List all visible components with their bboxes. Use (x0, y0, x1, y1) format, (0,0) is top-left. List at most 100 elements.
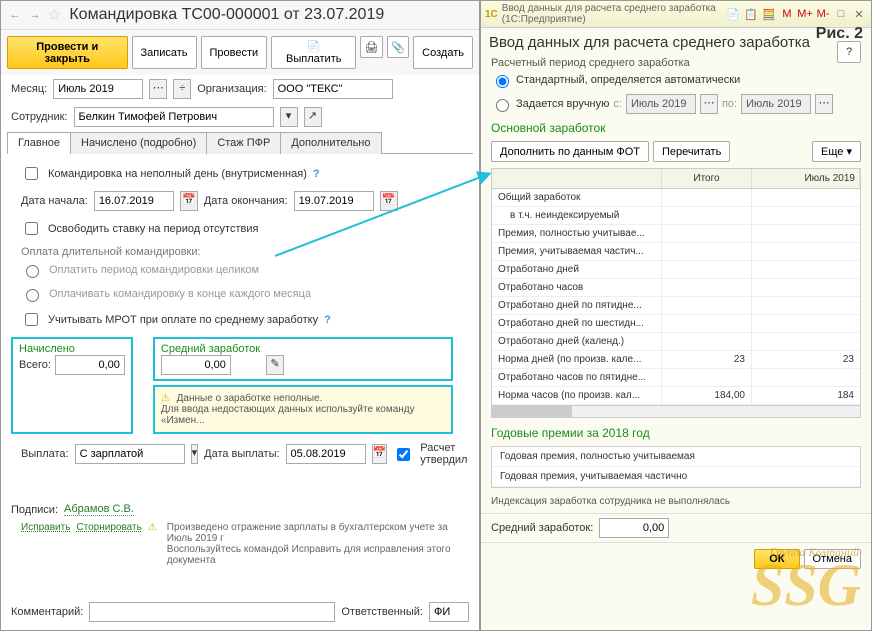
tab-extra[interactable]: Дополнительно (280, 132, 381, 154)
from-field (626, 94, 696, 114)
post-button[interactable]: Провести (201, 36, 268, 69)
cancel-button[interactable]: Отмена (804, 549, 861, 569)
document-window: ← → ☆ Командировка ТС00-000001 от 23.07.… (0, 0, 480, 631)
h-scrollbar[interactable] (492, 405, 860, 417)
annual-row[interactable]: Годовая премия, учитываемая частично (492, 467, 860, 487)
close-icon[interactable]: ✕ (851, 8, 867, 21)
date-end-field[interactable] (294, 191, 374, 211)
grid-row[interactable]: Норма дней (по произв. кале...2323 (492, 351, 860, 369)
from-picker[interactable]: ⋯ (700, 94, 718, 114)
tb-m-plus[interactable]: M+ (797, 8, 813, 21)
sign-link[interactable]: Абрамов С.В. (64, 503, 134, 516)
row-name: Отработано дней по пятидне... (492, 297, 662, 314)
auto-period-radio[interactable] (496, 75, 509, 88)
mrot-checkbox[interactable] (25, 313, 38, 326)
manual-period-radio[interactable] (496, 99, 509, 112)
date-end-label: Дата окончания: (204, 195, 288, 207)
to-picker[interactable]: ⋯ (815, 94, 833, 114)
print-icon[interactable]: 🖨 (360, 36, 382, 58)
calendar-icon[interactable]: 📅 (380, 191, 398, 211)
tb-restore[interactable]: □ (833, 8, 849, 21)
grid-row[interactable]: Отработано дней по пятидне... (492, 297, 860, 315)
partial-day-checkbox[interactable] (25, 167, 38, 180)
approved-checkbox[interactable] (397, 448, 410, 461)
save-button[interactable]: Записать (132, 36, 197, 69)
manual-period-label: Задается вручную (516, 98, 609, 110)
figure-label: Рис. 2 (816, 25, 863, 43)
tb-icon[interactable]: 🧮 (761, 8, 777, 21)
row-month (752, 261, 860, 278)
row-name: в т.ч. неиндексируемый (492, 207, 662, 224)
employee-label: Сотрудник: (11, 111, 68, 123)
avg-bottom-field[interactable] (599, 518, 669, 538)
tb-icon[interactable]: 📋 (743, 8, 759, 21)
paydate-field[interactable] (286, 444, 366, 464)
tab-pfr[interactable]: Стаж ПФР (206, 132, 281, 154)
warning-icon: ⚠ (161, 393, 170, 404)
month-spin[interactable]: ÷ (173, 79, 191, 99)
fix-link[interactable]: Исправить (21, 522, 70, 566)
more-button[interactable]: Еще ▾ (812, 141, 861, 162)
calendar-icon[interactable]: 📅 (372, 444, 388, 464)
free-rate-checkbox[interactable] (25, 222, 38, 235)
tab-main[interactable]: Главное (7, 132, 71, 154)
dialog-title: Ввод данных для расчета среднего заработ… (481, 28, 871, 57)
employee-open[interactable]: ↗ (304, 107, 322, 127)
grid-row[interactable]: Премия, учитываемая частич... (492, 243, 860, 261)
create-button[interactable]: Создать (413, 36, 473, 69)
tab-accrued[interactable]: Начислено (подробно) (70, 132, 207, 154)
calendar-icon[interactable]: 📅 (180, 191, 198, 211)
edit-avg-icon[interactable]: ✎ (266, 355, 284, 375)
grid-row[interactable]: в т.ч. неиндексируемый (492, 207, 860, 225)
grid-row[interactable]: Отработано часов по пятидне... (492, 369, 860, 387)
annual-row[interactable]: Годовая премия, полностью учитываемая (492, 447, 860, 467)
storno-link[interactable]: Сторнировать (76, 522, 141, 566)
back-icon[interactable]: ← (7, 9, 23, 21)
tb-m-minus[interactable]: M- (815, 8, 831, 21)
dialog-titlebar-text: Ввод данных для расчета среднего заработ… (502, 3, 725, 25)
payout-field[interactable] (75, 444, 185, 464)
employee-field[interactable] (74, 107, 274, 127)
month-picker[interactable]: ⋯ (149, 79, 167, 99)
grid-row[interactable]: Премия, полностью учитывае... (492, 225, 860, 243)
ok-button[interactable]: ОК (754, 549, 799, 569)
post-close-button[interactable]: Провести и закрыть (7, 36, 128, 69)
responsible-field[interactable] (429, 602, 469, 622)
forward-icon[interactable]: → (27, 9, 43, 21)
grid-row[interactable]: Отработано дней по шестидн... (492, 315, 860, 333)
grid-row[interactable]: Отработано часов (492, 279, 860, 297)
avg-field[interactable] (161, 355, 231, 375)
pay-button[interactable]: 📄 Выплатить (271, 36, 356, 69)
tb-icon[interactable]: 📄 (725, 8, 741, 21)
grid-row[interactable]: Общий заработок (492, 189, 860, 207)
help-icon[interactable]: ? (324, 314, 331, 326)
help-icon[interactable]: ? (313, 168, 320, 180)
responsible-label: Ответственный: (341, 606, 423, 618)
help-button[interactable]: ? (837, 41, 861, 63)
grid-row[interactable]: Норма часов (по произв. кал...184,00184 (492, 387, 860, 405)
row-name: Общий заработок (492, 189, 662, 206)
col-indicator (492, 169, 662, 188)
col-month: Июль 2019 (752, 169, 860, 188)
attach-icon[interactable]: 📎 (387, 36, 409, 58)
favorite-icon[interactable]: ☆ (47, 5, 61, 25)
month-field[interactable] (53, 79, 143, 99)
recalc-button[interactable]: Перечитать (653, 141, 730, 162)
employee-select[interactable]: ▾ (280, 107, 298, 127)
comment-field[interactable] (89, 602, 335, 622)
pay-full-radio[interactable] (26, 265, 39, 278)
date-start-field[interactable] (94, 191, 174, 211)
row-month: 184 (752, 387, 860, 404)
org-label: Организация: (197, 83, 266, 95)
tb-m[interactable]: M (779, 8, 795, 21)
org-field[interactable] (273, 79, 393, 99)
pay-monthly-radio[interactable] (26, 289, 39, 302)
grid-row[interactable]: Отработано дней (492, 261, 860, 279)
row-name: Премия, учитываемая частич... (492, 243, 662, 260)
fill-fot-button[interactable]: Дополнить по данным ФОТ (491, 141, 649, 162)
total-field[interactable] (55, 355, 125, 375)
footer-warn-1: Произведено отражение зарплаты в бухгалт… (167, 522, 459, 544)
row-month (752, 279, 860, 296)
payout-dropdown[interactable]: ▾ (191, 444, 199, 464)
grid-row[interactable]: Отработано дней (календ.) (492, 333, 860, 351)
